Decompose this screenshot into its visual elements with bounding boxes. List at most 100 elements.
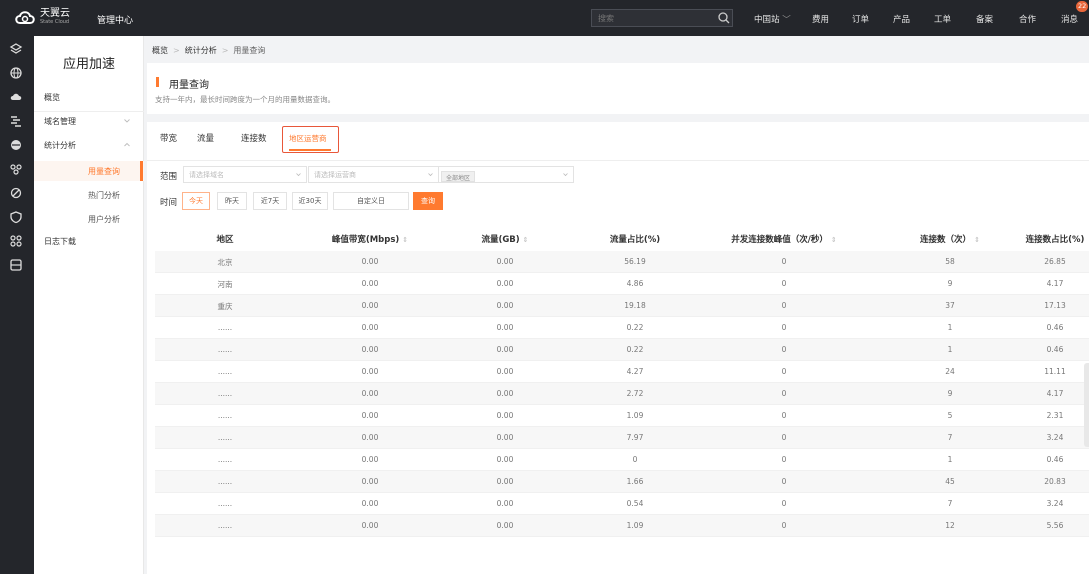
chevron-down-icon	[124, 119, 130, 123]
col-traffic[interactable]: 流量(GB) ⇕	[465, 233, 545, 245]
section-marker	[156, 77, 159, 87]
time-today-button[interactable]: 今天	[182, 192, 210, 210]
sort-icon[interactable]: ⇕	[974, 236, 980, 244]
cell-peak-concurrent: 0	[781, 433, 787, 442]
tab-connections[interactable]: 连接数	[241, 132, 267, 144]
management-center-link[interactable]: 管理中心	[97, 13, 133, 26]
cell-peak-concurrent: 0	[781, 345, 787, 354]
sidebar-item-user-analysis[interactable]: 用户分析	[88, 214, 120, 225]
chevron-up-icon	[124, 142, 130, 147]
cell-connection-share: 5.56	[1046, 521, 1064, 530]
cell-peak-bandwidth: 0.00	[361, 389, 379, 398]
cell-peak-concurrent: 0	[781, 367, 787, 376]
table-row: ...... 0.00 0.00 7.97 0 7 3.24	[155, 427, 1089, 449]
domain-select[interactable]: 请选择域名	[183, 166, 307, 183]
nav-products[interactable]: 产品	[893, 13, 910, 25]
cloud-icon[interactable]	[9, 90, 23, 104]
isp-select-placeholder: 请选择运营商	[314, 171, 356, 179]
section-header: 用量查询 支持一年内，最长时间跨度为一个月的用量数据查询。	[147, 63, 1089, 114]
table-row: ...... 0.00 0.00 1.09 0 12 5.56	[155, 515, 1089, 537]
cloud-logo-icon	[15, 11, 35, 24]
sort-icon[interactable]: ⇕	[523, 236, 529, 244]
acceleration-icon[interactable]	[9, 114, 23, 128]
sidebar-item-domains[interactable]: 域名管理	[44, 116, 76, 127]
page-title: 用量查询	[169, 80, 209, 91]
product-icon[interactable]	[9, 42, 23, 56]
cell-traffic: 0.00	[496, 433, 514, 442]
time-custom-button[interactable]: 自定义日	[333, 192, 409, 210]
sidebar-item-log-download[interactable]: 日志下载	[44, 236, 76, 247]
active-item-indicator	[140, 161, 143, 181]
sort-icon[interactable]: ⇕	[831, 236, 837, 244]
table-row: ...... 0.00 0.00 0.54 0 7 3.24	[155, 493, 1089, 515]
cell-connections: 37	[945, 301, 955, 310]
time-30days-button[interactable]: 近30天	[292, 192, 328, 210]
search-icon[interactable]	[716, 10, 732, 26]
sidebar-item-hot-analysis[interactable]: 热门分析	[88, 190, 120, 201]
cell-connection-share: 4.17	[1046, 279, 1064, 288]
sidebar-item-statistics[interactable]: 统计分析	[44, 140, 76, 151]
nav-filing[interactable]: 备案	[976, 13, 993, 25]
globe-icon[interactable]	[9, 66, 23, 80]
table-row: ...... 0.00 0.00 4.27 0 24 11.11	[155, 361, 1089, 383]
cell-region: ......	[217, 477, 233, 486]
time-7days-button[interactable]: 近7天	[253, 192, 287, 210]
page-description: 支持一年内，最长时间跨度为一个月的用量数据查询。	[155, 95, 335, 104]
cell-connection-share: 4.17	[1046, 389, 1064, 398]
cell-connections: 9	[947, 389, 953, 398]
sidebar-item-overview[interactable]: 概览	[44, 92, 60, 103]
breadcrumb-statistics[interactable]: 统计分析	[185, 46, 217, 55]
col-connection-share: 连接数占比(%)	[1025, 235, 1085, 245]
region-selector[interactable]: 中国站 ﹀	[754, 13, 791, 25]
nodes-icon[interactable]	[9, 234, 23, 248]
tab-traffic[interactable]: 流量	[197, 132, 214, 144]
cell-traffic: 0.00	[496, 257, 514, 266]
time-yesterday-button[interactable]: 昨天	[217, 192, 247, 210]
shield-icon[interactable]	[9, 210, 23, 224]
sort-icon[interactable]: ⇕	[402, 236, 408, 244]
cell-traffic-share: 4.86	[626, 279, 644, 288]
cell-peak-bandwidth: 0.00	[361, 411, 379, 420]
cell-connection-share: 0.46	[1046, 323, 1064, 332]
cell-peak-bandwidth: 0.00	[361, 323, 379, 332]
cell-region: ......	[217, 411, 233, 420]
isp-select[interactable]: 请选择运营商	[308, 166, 439, 183]
cell-connections: 9	[947, 279, 953, 288]
cell-peak-concurrent: 0	[781, 477, 787, 486]
chevron-down-icon	[563, 173, 568, 177]
logo[interactable]: 天翼云 State Cloud	[14, 8, 70, 26]
tab-bandwidth[interactable]: 带宽	[160, 132, 177, 144]
search-input[interactable]	[591, 9, 733, 27]
cell-peak-concurrent: 0	[781, 389, 787, 398]
col-connections[interactable]: 连接数（次） ⇕	[905, 233, 995, 245]
nav-tickets[interactable]: 工单	[934, 13, 951, 25]
nav-messages[interactable]: 消息	[1061, 13, 1078, 25]
query-button[interactable]: 查询	[413, 192, 443, 210]
domain-select-placeholder: 请选择域名	[189, 171, 224, 179]
breadcrumb-overview[interactable]: 概览	[152, 46, 168, 55]
breadcrumb-separator: >	[221, 46, 229, 55]
cell-traffic-share: 19.18	[624, 301, 646, 310]
cell-traffic: 0.00	[496, 411, 514, 420]
cell-peak-concurrent: 0	[781, 499, 787, 508]
cell-region: ......	[217, 345, 233, 354]
network-icon[interactable]	[9, 162, 23, 176]
storage-icon[interactable]	[9, 258, 23, 272]
cell-peak-concurrent: 0	[781, 411, 787, 420]
col-peak-concurrent[interactable]: 并发连接数峰值（次/秒） ⇕	[709, 233, 859, 245]
nav-partners[interactable]: 合作	[1019, 13, 1036, 25]
nav-billing[interactable]: 费用	[812, 13, 829, 25]
tab-region-isp[interactable]: 地区运营商	[289, 133, 327, 144]
link-icon[interactable]	[9, 186, 23, 200]
cell-traffic: 0.00	[496, 323, 514, 332]
cell-connections: 24	[945, 367, 955, 376]
col-peak-bandwidth[interactable]: 峰值带宽(Mbps) ⇕	[315, 233, 425, 245]
time-label: 时间	[160, 198, 178, 208]
tabs-divider	[147, 160, 1089, 161]
web-icon[interactable]	[9, 138, 23, 152]
sidebar-item-usage-query[interactable]: 用量查询	[88, 166, 120, 177]
cell-traffic: 0.00	[496, 455, 514, 464]
cell-connection-share: 26.85	[1044, 257, 1066, 266]
nav-orders[interactable]: 订单	[852, 13, 869, 25]
cell-connection-share: 11.11	[1044, 367, 1066, 376]
